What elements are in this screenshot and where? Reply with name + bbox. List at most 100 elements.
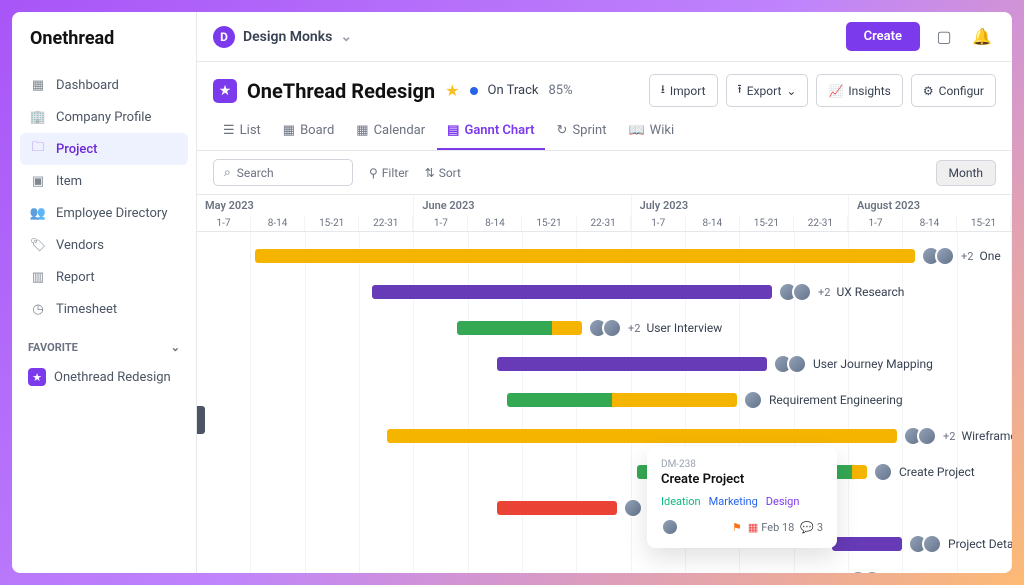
avatar[interactable]: [743, 390, 763, 410]
task-row[interactable]: +2One: [197, 238, 1012, 274]
upload-icon: ⭱: [738, 80, 742, 101]
week-cell: 22-31: [359, 216, 413, 231]
week-cell: 8-14: [903, 216, 957, 231]
tab-sprint[interactable]: ↻Sprint: [547, 117, 617, 150]
sidebar-item-item[interactable]: ▣Item: [20, 165, 188, 197]
task-bar[interactable]: [387, 429, 897, 443]
tag-ideation[interactable]: Ideation: [661, 495, 701, 508]
sidebar-item-label: Item: [56, 174, 82, 189]
tab-list[interactable]: ☰List: [213, 117, 271, 150]
assignee-avatars[interactable]: [588, 318, 622, 338]
tab-wiki[interactable]: 📖Wiki: [618, 117, 684, 150]
avatar[interactable]: [787, 354, 807, 374]
avatar[interactable]: [935, 246, 955, 266]
task-row[interactable]: [197, 490, 1012, 526]
sort-button[interactable]: ⇅Sort: [425, 166, 461, 180]
task-row[interactable]: Project Details View: [197, 526, 1012, 562]
tab-calendar[interactable]: ▦Calendar: [346, 117, 435, 150]
collapse-handle[interactable]: [197, 406, 205, 434]
avatar[interactable]: [792, 282, 812, 302]
main-panel: D Design Monks ⌄ Create ▢ 🔔 ★ OneThread …: [197, 12, 1012, 573]
task-row[interactable]: +2User Interview: [197, 310, 1012, 346]
star-icon[interactable]: ★: [445, 81, 459, 100]
avatar[interactable]: [922, 534, 942, 554]
import-button[interactable]: ⭳Import: [649, 74, 718, 107]
search-input[interactable]: ⌕Search: [213, 159, 353, 186]
week-cell: 15-21: [740, 216, 794, 231]
task-bar[interactable]: [497, 357, 767, 371]
create-button[interactable]: Create: [846, 22, 920, 51]
task-row[interactable]: +2Wireframe: [197, 418, 1012, 454]
topbar: D Design Monks ⌄ Create ▢ 🔔: [197, 12, 1012, 62]
export-button[interactable]: ⭱Export⌄: [726, 74, 809, 107]
sidebar-item-vendors[interactable]: 🏷Vendors: [20, 229, 188, 261]
avatar[interactable]: [862, 570, 882, 573]
chat-icon[interactable]: ▢: [930, 23, 958, 51]
assignee-avatars[interactable]: [623, 498, 643, 518]
avatar[interactable]: [873, 462, 893, 482]
task-row[interactable]: Create Project: [197, 454, 1012, 490]
tag-marketing[interactable]: Marketing: [709, 495, 758, 508]
month-label: July 2023: [632, 195, 848, 216]
assignee-avatars[interactable]: [903, 426, 937, 446]
tag-design[interactable]: Design: [766, 495, 800, 508]
bell-icon[interactable]: 🔔: [968, 23, 996, 51]
task-meta: +3Visual Design: [848, 570, 979, 573]
avatar[interactable]: [602, 318, 622, 338]
tab-gannt-chart[interactable]: ▤Gannt Chart: [437, 117, 544, 150]
assignee-avatars[interactable]: [773, 354, 807, 374]
sidebar-item-project[interactable]: 🗀Project: [20, 133, 188, 165]
task-bar[interactable]: [255, 249, 915, 263]
comments-count[interactable]: 💬 3: [800, 521, 823, 534]
task-bar[interactable]: [507, 393, 737, 407]
sidebar-item-company-profile[interactable]: 🏢Company Profile: [20, 101, 188, 133]
avatar[interactable]: [661, 518, 679, 536]
sidebar-item-employee-directory[interactable]: 👥Employee Directory: [20, 197, 188, 229]
sidebar-item-report[interactable]: ▥Report: [20, 261, 188, 293]
assignee-avatars[interactable]: [908, 534, 942, 554]
task-row[interactable]: +2 UX Research: [197, 274, 1012, 310]
filter-button[interactable]: ⚲Filter: [369, 166, 409, 180]
sidebar-item-timesheet[interactable]: ◷Timesheet: [20, 293, 188, 325]
task-label: UX Research: [836, 285, 904, 299]
assignee-avatars[interactable]: [873, 462, 893, 482]
tab-board[interactable]: ▦Board: [273, 117, 345, 150]
insights-button[interactable]: 📈Insights: [816, 74, 902, 107]
sort-icon: ⇅: [425, 166, 435, 180]
range-button[interactable]: Month: [936, 160, 996, 186]
assignee-avatars[interactable]: [778, 282, 812, 302]
task-bar[interactable]: [832, 537, 902, 551]
due-date[interactable]: ▦Feb 18: [748, 521, 794, 534]
top-actions: Create ▢ 🔔: [846, 22, 996, 51]
logo: Onethread: [12, 12, 196, 65]
more-count: +2: [818, 286, 830, 299]
project-name: OneThread Redesign: [247, 79, 435, 103]
week-cell: 8-14: [468, 216, 522, 231]
gantt-body[interactable]: +2One +2 UX Research +2User InterviewUser J…: [197, 232, 1012, 573]
sidebar-item-dashboard[interactable]: ▦Dashboard: [20, 69, 188, 101]
assignee-avatars[interactable]: [921, 246, 955, 266]
task-row[interactable]: Requirement Engineering: [197, 382, 1012, 418]
avatar[interactable]: [917, 426, 937, 446]
task-bar[interactable]: [457, 321, 582, 335]
task-meta: Requirement Engineering: [743, 390, 903, 410]
tag-icon: 🏷: [30, 237, 46, 253]
configure-button[interactable]: ⚙Configur: [911, 74, 996, 107]
more-count: +2: [943, 430, 955, 443]
popup-tags: Ideation Marketing Design: [661, 495, 823, 508]
task-row[interactable]: +3Visual Design: [197, 562, 1012, 573]
assignee-avatars[interactable]: [848, 570, 882, 573]
favorite-header[interactable]: FAVORITE ⌄: [12, 329, 196, 360]
chevron-down-icon: ⌄: [786, 84, 796, 98]
task-bar[interactable]: [372, 285, 772, 299]
assignee-avatars[interactable]: [743, 390, 763, 410]
task-row[interactable]: User Journey Mapping: [197, 346, 1012, 382]
favorite-item[interactable]: ★Onethread Redesign: [12, 360, 196, 394]
week-cell: 22-31: [577, 216, 631, 231]
avatar[interactable]: [623, 498, 643, 518]
flag-icon[interactable]: ⚑: [732, 521, 742, 534]
task-bar[interactable]: [497, 501, 617, 515]
chart-icon: 📈: [828, 84, 843, 98]
app-window: Onethread ▦Dashboard🏢Company Profile🗀Pro…: [12, 12, 1012, 573]
workspace-selector[interactable]: D Design Monks ⌄: [213, 26, 352, 48]
